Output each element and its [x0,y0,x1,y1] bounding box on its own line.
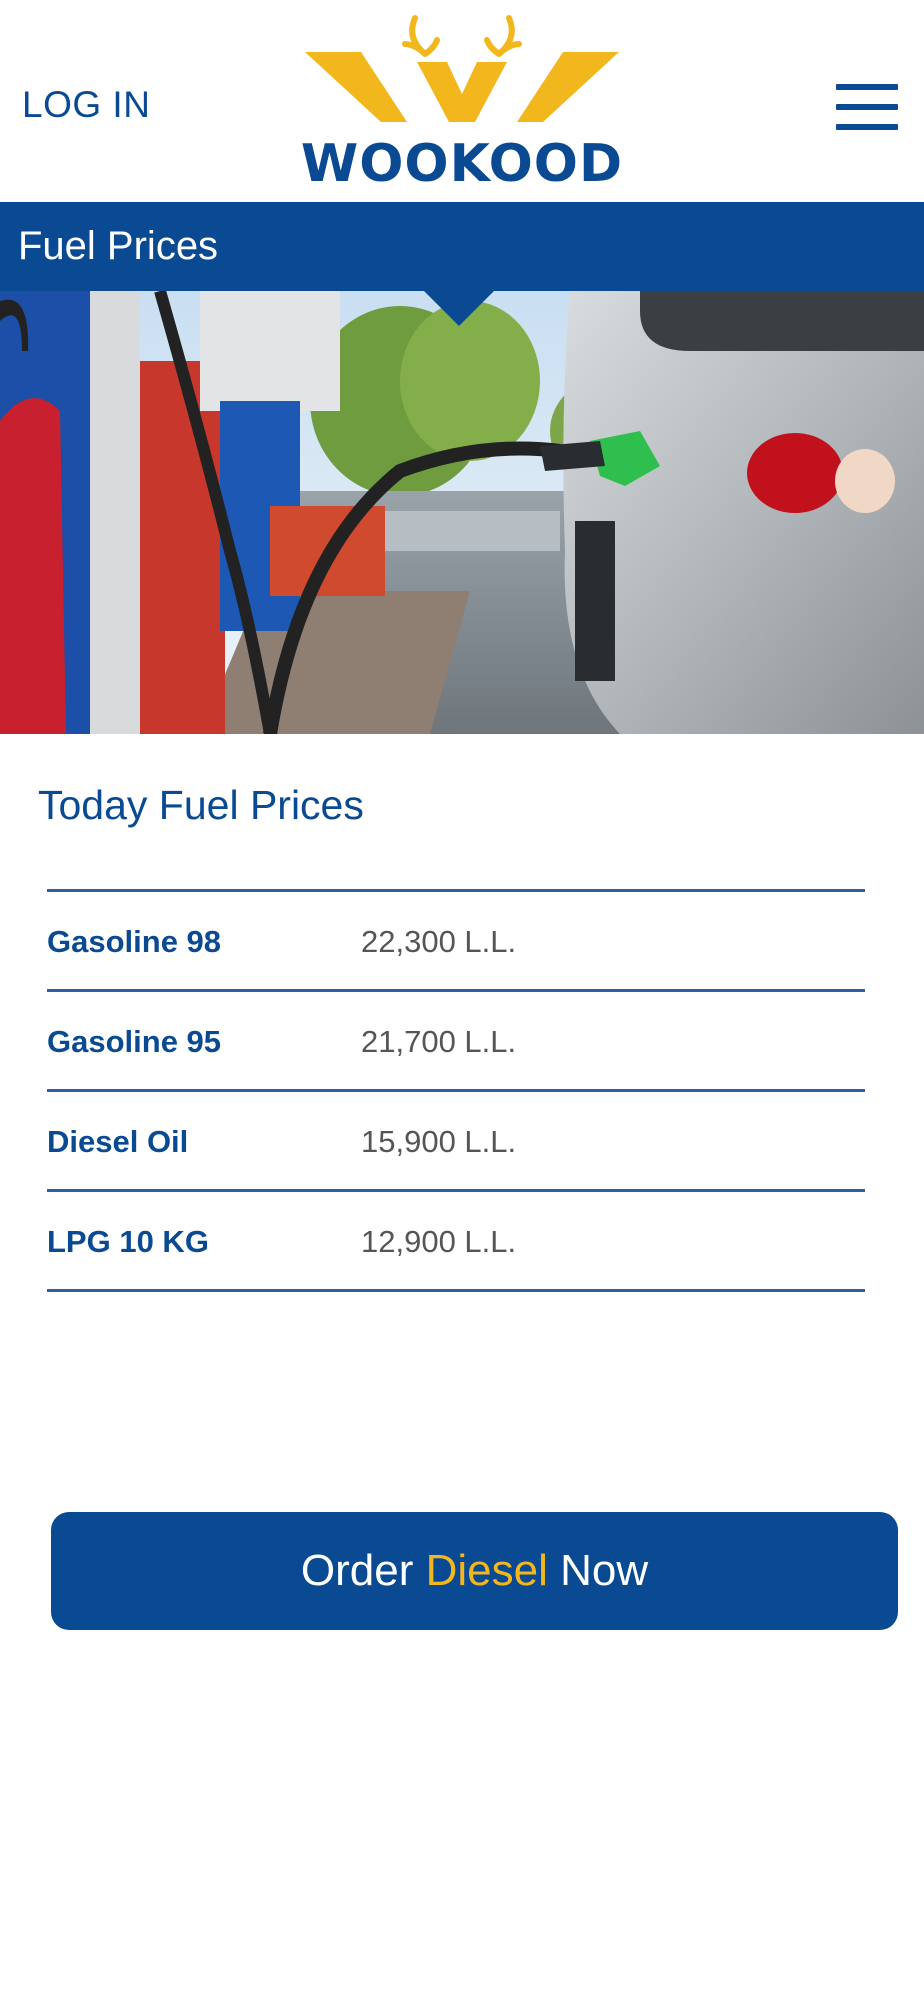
app-header: LOG IN WOOKOOD [0,0,924,202]
section-title: Today Fuel Prices [38,782,364,828]
table-row: Gasoline 98 22,300 L.L. [47,889,865,989]
wookood-logo[interactable]: WOOKOOD [297,10,627,194]
hamburger-menu-icon[interactable] [836,84,898,130]
fuel-name: Gasoline 98 [47,924,222,959]
order-button-prefix: Order [300,1546,426,1595]
fuel-name: LPG 10 KG [47,1224,209,1259]
table-row: Diesel Oil 15,900 L.L. [47,1089,865,1189]
page-title-band: Fuel Prices [0,202,924,291]
order-diesel-button[interactable]: Order Diesel Now [51,1512,898,1630]
fuel-price: 21,700 L.L. [361,1024,517,1059]
fuel-name: Diesel Oil [47,1124,189,1159]
fuel-prices-screen: LOG IN WOOKOOD Fuel Prices Today Fuel Pr… [0,0,924,2000]
page-title: Fuel Prices [18,224,219,268]
order-button-highlight: Diesel [425,1546,548,1595]
table-row: LPG 10 KG 12,900 L.L. [47,1189,865,1292]
logo-wordmark: WOOKOOD [300,134,624,194]
fuel-price: 12,900 L.L. [361,1224,517,1259]
band-notch-pointer [423,290,495,326]
fuel-price-table: Gasoline 98 22,300 L.L. Gasoline 95 21,7… [47,889,865,1292]
fuel-pump-illustration [0,291,924,734]
fuel-pump-photo [0,291,924,734]
antler-logo-icon [305,15,619,122]
fuel-price: 22,300 L.L. [361,924,517,959]
login-link[interactable]: LOG IN [22,84,150,126]
order-button-suffix: Now [560,1546,649,1595]
table-row: Gasoline 95 21,700 L.L. [47,989,865,1089]
fuel-name: Gasoline 95 [47,1024,222,1059]
fuel-price: 15,900 L.L. [361,1124,517,1159]
